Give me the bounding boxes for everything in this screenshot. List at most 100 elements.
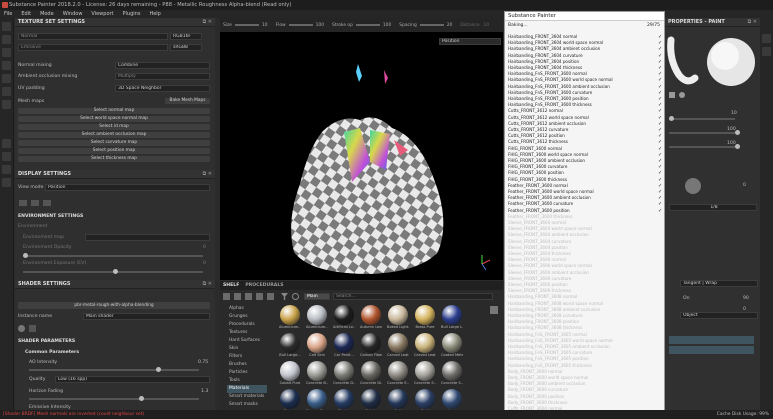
material-thumbnail[interactable]: Concrete Di... <box>360 361 382 388</box>
right-slider-1[interactable] <box>669 116 735 121</box>
highlight-row-1[interactable] <box>669 336 754 344</box>
horizon-fading-slider[interactable] <box>29 396 199 401</box>
material-thumbnail[interactable]: Copper <box>279 389 301 410</box>
menu-help[interactable]: Help <box>149 10 160 18</box>
ao-intensity-slider[interactable] <box>29 367 199 372</box>
common-parameters-title[interactable]: Common Parameters <box>25 349 79 356</box>
shelf-category-item[interactable]: Alphas <box>227 305 267 313</box>
geometry-mask-icon[interactable] <box>2 61 11 70</box>
shader-icon[interactable] <box>2 178 11 187</box>
right-slider-3[interactable] <box>669 144 740 149</box>
flow-slider[interactable] <box>288 24 313 26</box>
shelf-category-item[interactable]: Procedurals <box>227 321 267 329</box>
paint-tool-icon[interactable] <box>2 22 11 31</box>
material-thumbnail[interactable]: Car Paint... <box>333 333 355 360</box>
material-thumbnail[interactable]: Carved Leat... <box>414 333 436 360</box>
layers-icon[interactable] <box>2 139 11 148</box>
material-thumbnail[interactable]: Calf Skin <box>306 333 328 360</box>
size-value[interactable]: 10 <box>262 23 268 28</box>
material-thumbnail[interactable]: Concrete D... <box>333 361 355 388</box>
projection-tool-icon[interactable] <box>2 48 11 57</box>
shelf-category-item[interactable]: Materials <box>227 385 267 393</box>
object-select[interactable]: Object <box>680 312 758 319</box>
eraser-tool-icon[interactable] <box>2 35 11 44</box>
select-world-normal-button[interactable]: Select world space normal map <box>18 116 210 122</box>
distance-value[interactable]: 10 <box>484 23 490 28</box>
link-icon[interactable] <box>256 293 263 300</box>
properties-tab-icon[interactable] <box>762 34 771 43</box>
material-thumbnail[interactable]: Fabric <box>360 389 382 410</box>
menu-window[interactable]: Window <box>63 10 83 18</box>
material-thumbnail[interactable]: Aluminium... <box>306 305 328 332</box>
display-icon[interactable] <box>2 165 11 174</box>
material-thumbnail[interactable]: Denim <box>333 389 355 410</box>
material-thumbnail[interactable]: Concrete S... <box>441 361 463 388</box>
select-id-map-button[interactable]: Select id map <box>18 124 210 130</box>
select-curvature-map-button[interactable]: Select curvature map <box>18 140 210 146</box>
material-thumbnail[interactable]: Concrete E... <box>387 361 409 388</box>
normal-format-select[interactable]: RGB16F <box>170 33 202 40</box>
shelf-category-item[interactable]: Particles <box>227 369 267 377</box>
stroke-opacity-value[interactable]: 100 <box>383 23 391 28</box>
shelf-category-item[interactable]: Grunges <box>227 313 267 321</box>
search-filter-chip[interactable]: Main <box>304 293 330 300</box>
angle-dial[interactable] <box>685 178 701 194</box>
environment-exposure-slider[interactable] <box>23 269 203 274</box>
import-icon[interactable] <box>234 293 241 300</box>
material-thumbnail[interactable]: Concrete S... <box>414 361 436 388</box>
spacing-slider[interactable] <box>419 24 444 26</box>
shelf-category-item[interactable]: Skin <box>227 345 267 353</box>
emissive-channel-field[interactable]: Emissive <box>18 44 168 51</box>
emissive-format-select[interactable]: sRGB8 <box>170 44 202 51</box>
grid-view-icon[interactable] <box>245 293 252 300</box>
shelf-search-input[interactable]: Search... <box>333 293 493 300</box>
shader-link-icon[interactable] <box>29 325 36 332</box>
instance-name-input[interactable]: Main shader <box>83 313 210 320</box>
view-toggle-icon[interactable] <box>490 306 498 314</box>
material-thumbnail[interactable]: Aluminium... <box>279 305 301 332</box>
normal-channel-field[interactable]: Normal <box>18 33 168 40</box>
tangent-wrap-select[interactable]: Tangent | Wrap <box>680 280 758 287</box>
material-thumbnail[interactable]: Brass Pure <box>414 305 436 332</box>
select-thickness-map-button[interactable]: Select thickness map <box>18 156 210 162</box>
material-thumbnail[interactable]: Copper Pure <box>306 389 328 410</box>
folder-icon[interactable] <box>223 293 230 300</box>
menu-edit[interactable]: Edit <box>21 10 31 18</box>
material-thumbnail[interactable]: Carbon Fiber <box>360 333 382 360</box>
shelf-category-item[interactable]: Smart masks <box>227 401 267 409</box>
picker-tool-icon[interactable] <box>2 100 11 109</box>
shader-preview-icon[interactable] <box>18 325 25 332</box>
clone-tool-icon[interactable] <box>2 87 11 96</box>
shelf-category-item[interactable]: Hard Surfaces <box>227 337 267 345</box>
preview-sphere-icon[interactable] <box>679 92 685 98</box>
highlight-row-2[interactable] <box>669 346 754 354</box>
3d-viewport[interactable]: Position <box>220 32 503 280</box>
view-mode-select[interactable]: Position <box>45 184 210 191</box>
material-thumbnail[interactable]: Concrete B... <box>306 361 328 388</box>
right-slider-2[interactable] <box>669 130 740 135</box>
tab-shelf[interactable]: SHELF <box>223 281 239 290</box>
spacing-value[interactable]: 20 <box>447 23 453 28</box>
select-normal-map-button[interactable]: Select normal map <box>18 108 210 114</box>
environment-opacity-slider[interactable] <box>23 253 203 258</box>
menu-plugins[interactable]: Plugins <box>123 10 141 18</box>
quality-select[interactable]: Low (16 spp) <box>55 376 210 383</box>
stroke-opacity-slider[interactable] <box>355 24 380 26</box>
grid-display-icon[interactable] <box>43 200 51 206</box>
material-thumbnail[interactable]: Autumn Leaf <box>360 305 382 332</box>
menu-viewport[interactable]: Viewport <box>91 10 113 18</box>
material-thumbnail[interactable]: Artificial Le... <box>333 305 355 332</box>
settings-icon[interactable] <box>2 152 11 161</box>
history-tab-icon[interactable] <box>762 47 771 56</box>
shelf-category-item[interactable]: Filters <box>227 353 267 361</box>
new-icon[interactable] <box>267 293 274 300</box>
select-ao-map-button[interactable]: Select ambient occlusion map <box>18 132 210 138</box>
material-thumbnail[interactable]: Iron <box>441 389 463 410</box>
environment-map-field[interactable] <box>85 234 210 241</box>
size-slider[interactable] <box>235 24 260 26</box>
preview-settings-icon[interactable] <box>669 92 675 98</box>
flow-value[interactable]: 100 <box>316 23 324 28</box>
ratio-field[interactable]: 1/8 <box>669 204 757 211</box>
ao-mixing-select[interactable]: Multiply <box>115 73 210 80</box>
material-thumbnail[interactable]: Felt <box>387 389 409 410</box>
